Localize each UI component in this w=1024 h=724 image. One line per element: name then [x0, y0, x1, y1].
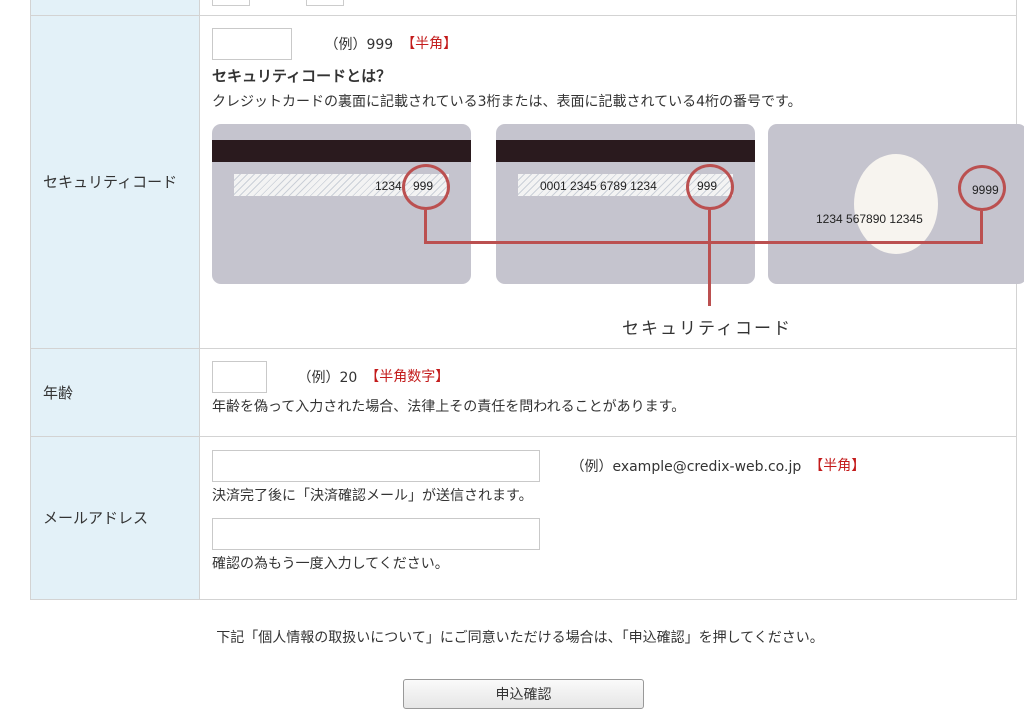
code-highlight-ring	[686, 164, 734, 210]
email-note: 決済完了後に「決済確認メール」が送信されます。	[212, 488, 533, 504]
email-hint: 【半角】	[809, 458, 866, 474]
email-label: メールアドレス	[30, 436, 200, 600]
connector-line	[424, 241, 983, 244]
email-input[interactable]	[212, 450, 540, 482]
diagram-label: セキュリティコード	[622, 319, 792, 339]
table-row: メールアドレス （例）example@credix-web.co.jp 【半角】 …	[30, 436, 1017, 600]
security-code-example: （例）999	[324, 37, 394, 53]
security-code-description: クレジットカードの裏面に記載されている3桁または、表面に記載されている4桁の番号…	[212, 94, 802, 110]
card-number: 1234 567890 12345	[816, 212, 923, 226]
code-highlight-ring	[402, 164, 450, 210]
expiry-month-select[interactable]	[212, 0, 250, 6]
security-code-diagram: 1234 999 0001 2345 6789 1234 999 1234 56…	[212, 124, 1024, 339]
payment-form-table: セキュリティコード （例）999 【半角】 セキュリティコードとは？ クレジットカ…	[30, 0, 1024, 600]
card-back-full-number: 0001 2345 6789 1234 999	[496, 124, 755, 284]
card-front-4digit: 1234 567890 12345 9999	[768, 124, 1024, 284]
security-code-label: セキュリティコード	[30, 15, 200, 349]
age-label: 年齢	[30, 348, 200, 437]
card-number: 0001 2345 6789 1234	[540, 179, 657, 193]
security-code-input[interactable]	[212, 28, 292, 60]
age-input[interactable]	[212, 361, 267, 393]
privacy-notice: 下記「個人情報の取扱いについて」にご同意いただける場合は、「申込確認」を押してく…	[216, 630, 824, 646]
email-cell: （例）example@credix-web.co.jp 【半角】 決済完了後に「決…	[199, 436, 1017, 600]
expiry-year-select[interactable]	[306, 0, 344, 6]
magnetic-stripe	[496, 140, 755, 162]
email-example: （例）example@credix-web.co.jp	[570, 459, 802, 475]
security-code-hint: 【半角】	[401, 36, 458, 52]
security-code-cell: （例）999 【半角】 セキュリティコードとは？ クレジットカードの裏面に記載され…	[199, 15, 1024, 349]
table-row: 年齢 （例）20 【半角数字】 年齢を偽って入力された場合、法律上その責任を問われ…	[30, 348, 1017, 437]
age-cell: （例）20 【半角数字】 年齢を偽って入力された場合、法律上その責任を問われること…	[199, 348, 1017, 437]
card-back-3digit: 1234 999	[212, 124, 471, 284]
email-confirm-note: 確認の為もう一度入力してください。	[212, 556, 449, 572]
connector-line	[424, 210, 427, 243]
age-example: （例）20	[297, 370, 358, 386]
age-hint: 【半角数字】	[365, 369, 450, 385]
connector-line	[980, 211, 983, 243]
age-note: 年齢を偽って入力された場合、法律上その責任を問われることがあります。	[212, 399, 686, 415]
card-hologram	[854, 154, 938, 254]
magnetic-stripe	[212, 140, 471, 162]
security-code-title: セキュリティコードとは？	[212, 67, 392, 85]
table-row	[30, 0, 1017, 16]
connector-line	[708, 210, 711, 306]
table-row: セキュリティコード （例）999 【半角】 セキュリティコードとは？ クレジットカ…	[30, 15, 1024, 349]
card-number: 1234	[375, 179, 402, 193]
confirm-application-button[interactable]: 申込確認	[403, 679, 644, 709]
email-confirm-input[interactable]	[212, 518, 540, 550]
code-highlight-ring	[958, 165, 1006, 211]
prev-row-cell	[199, 0, 1017, 16]
prev-row-header	[30, 0, 200, 16]
